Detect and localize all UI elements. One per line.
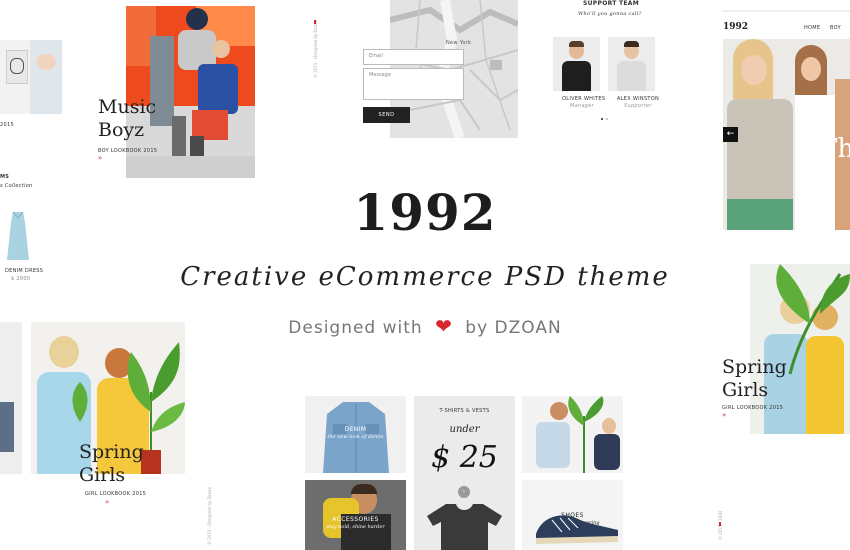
- spring-girls-left-caption[interactable]: GIRL LOOKBOOK 2015: [85, 491, 146, 497]
- hero-subtitle: Creative eCommerce PSD theme: [180, 262, 670, 292]
- arrow-left-icon: ←: [726, 129, 735, 139]
- site-logo[interactable]: 1992: [723, 22, 748, 32]
- accessories-label: ACCESSORIES: [332, 516, 379, 523]
- heart-icon: ❤: [435, 314, 453, 338]
- play-button[interactable]: ›: [458, 486, 470, 498]
- send-button[interactable]: SEND: [363, 107, 410, 123]
- kids-plant-tile[interactable]: [522, 396, 623, 473]
- support-team-subtitle: Who'll you gonna call?: [578, 11, 642, 17]
- under-label: under: [449, 424, 480, 435]
- nav-item-home[interactable]: HOME: [804, 25, 820, 31]
- left-items-fragment: MS: [0, 174, 10, 180]
- denim-label: DENIM: [344, 426, 367, 433]
- header-topbar: [722, 10, 850, 12]
- email-field[interactable]: Email: [363, 49, 464, 65]
- accessories-sublabel: stay bold, shine harder: [326, 524, 385, 530]
- support-team-title: SUPPORT TEAM: [583, 0, 640, 7]
- shoes-tile[interactable]: SHOES New shoes for spring: [522, 480, 623, 550]
- vertical-copyright-bottom: © 2015 · Designed by Dzoan: [207, 486, 212, 545]
- vertical-dot: [314, 20, 316, 24]
- left-edge-photo: [0, 322, 22, 474]
- music-boyz-caption[interactable]: BOY LOOKBOOK 2015: [98, 148, 157, 154]
- slider-prev-button[interactable]: ←: [723, 127, 738, 142]
- spring-girls-left-title: Spring Girls: [79, 441, 144, 486]
- hero-partial-headline: Th: [820, 134, 850, 164]
- carousel-dots[interactable]: [601, 118, 611, 121]
- spring-girls-right-arrow-icon[interactable]: »: [722, 411, 726, 419]
- music-boyz-title: Music Boyz: [98, 96, 157, 141]
- vertical-copyright: © 2015 · Designed by Dzoan: [313, 19, 318, 78]
- hero-title: 1992: [353, 183, 497, 242]
- spring-girls-right-caption[interactable]: GIRL LOOKBOOK 2015: [722, 405, 783, 411]
- support-member-photo[interactable]: [553, 37, 600, 91]
- support-member-name: OLIVER WHITES: [562, 96, 606, 102]
- tshirts-label: T-SHIRTS & VESTS: [439, 408, 490, 414]
- spring-girls-right-title: Spring Girls: [722, 356, 787, 401]
- denim-tile[interactable]: DENIM the new look of denim: [305, 396, 406, 473]
- music-boyz-arrow-icon[interactable]: »: [98, 154, 102, 162]
- tshirts-tile[interactable]: T-SHIRTS & VESTS under $ 25 ›: [414, 396, 515, 550]
- denim-sublabel: the new look of denim: [327, 434, 384, 440]
- arrow-right-icon: ›: [462, 488, 466, 495]
- support-member-name: ALEX WINSTON: [617, 96, 660, 102]
- message-field[interactable]: Message: [363, 68, 464, 100]
- spring-girls-left-arrow-icon[interactable]: »: [105, 498, 109, 506]
- support-member-role: Supporter: [624, 103, 652, 109]
- credit-suffix: by DZOAN: [465, 318, 562, 338]
- accessories-tile[interactable]: ACCESSORIES stay bold, shine harder: [305, 480, 406, 550]
- nav-item-boy[interactable]: BOY: [830, 25, 841, 31]
- kid-drawing-photo: [0, 40, 62, 114]
- map-city-label: New York: [446, 40, 472, 46]
- left-year-fragment: 2015: [0, 122, 14, 128]
- credit-prefix: Designed with: [288, 318, 423, 338]
- vertical-dot-right: [719, 522, 721, 526]
- support-member-photo[interactable]: [608, 37, 655, 91]
- price-label: $ 25: [431, 440, 498, 475]
- support-member-role: Manager: [570, 103, 595, 109]
